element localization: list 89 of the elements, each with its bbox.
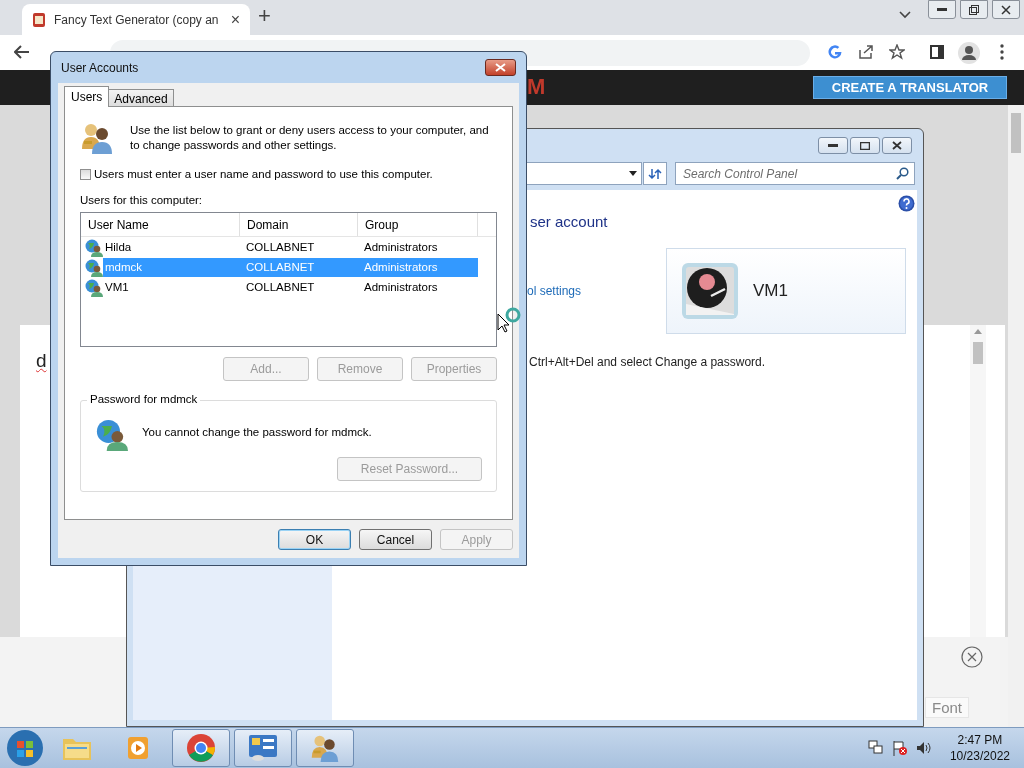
close-icon xyxy=(892,141,902,150)
users-icon xyxy=(310,733,340,763)
user-icon xyxy=(96,419,128,451)
close-icon xyxy=(495,63,506,72)
column-header[interactable]: Group xyxy=(358,213,478,236)
column-header[interactable]: Domain xyxy=(240,213,358,236)
search-field[interactable]: Search Control Panel xyxy=(675,162,915,185)
user-icon xyxy=(85,278,103,297)
list-label: Users for this computer: xyxy=(80,194,204,206)
scrollbar[interactable] xyxy=(1008,105,1024,727)
scrollbar-thumb[interactable] xyxy=(1011,113,1021,153)
minimize-icon xyxy=(828,144,838,147)
page-icon xyxy=(32,11,46,28)
google-icon[interactable] xyxy=(827,44,843,60)
checkbox-label: Users must enter a user name and password to use this computer. xyxy=(94,168,433,180)
clock-date[interactable]: 10/23/2022 xyxy=(949,748,1010,764)
back-icon[interactable] xyxy=(14,45,30,59)
table-cell-text: VM1 xyxy=(104,280,130,295)
user-icon xyxy=(85,258,103,277)
taskbar-button[interactable] xyxy=(234,729,292,767)
scrollbar[interactable] xyxy=(970,325,986,637)
table-cell-text: Administrators xyxy=(363,240,439,255)
dialog-title: User Accounts xyxy=(61,60,139,75)
search-icon xyxy=(896,167,909,180)
scrollbar-thumb[interactable] xyxy=(973,342,983,364)
taskbar-button[interactable] xyxy=(296,729,354,767)
user-row[interactable]: VM1 COLLABNET Administrators xyxy=(81,278,496,297)
dialog-button[interactable]: Cancel xyxy=(359,529,432,550)
dropdown-icon xyxy=(629,171,637,176)
address-field[interactable] xyxy=(527,162,642,185)
close-button[interactable] xyxy=(992,0,1020,19)
password-message: You cannot change the password for mdmck. xyxy=(142,425,372,438)
table-cell: COLLABNET xyxy=(240,258,358,277)
minimize-button[interactable] xyxy=(928,0,956,19)
table-cell: Administrators xyxy=(358,258,478,277)
checkbox[interactable] xyxy=(80,168,91,180)
profile-icon[interactable] xyxy=(958,42,980,64)
user-icon xyxy=(85,238,103,257)
minimize-icon xyxy=(937,7,947,12)
table-cell-text: COLLABNET xyxy=(245,280,316,295)
tab[interactable]: Advanced xyxy=(108,89,174,107)
restore-icon xyxy=(969,4,979,15)
minimize-button[interactable] xyxy=(818,137,848,154)
clock-time[interactable]: 2:47 PM xyxy=(957,732,1003,748)
flag-icon[interactable] xyxy=(891,740,908,756)
browser-tab[interactable]: Fancy Text Generator (copy an × xyxy=(22,4,250,35)
chrome-icon xyxy=(186,733,216,763)
table-cell-text: COLLABNET xyxy=(245,240,316,255)
close-icon xyxy=(1001,4,1011,15)
start-button[interactable] xyxy=(6,729,44,767)
maximize-button[interactable] xyxy=(850,137,880,154)
dialog-button[interactable]: OK xyxy=(278,529,351,550)
users-icon xyxy=(80,121,114,155)
chevron-down-icon[interactable] xyxy=(899,11,911,19)
new-tab-button[interactable]: + xyxy=(258,4,271,28)
tab-close-button[interactable]: × xyxy=(230,10,240,29)
star-icon[interactable] xyxy=(889,44,905,60)
site-logo: M xyxy=(527,74,546,100)
close-icon[interactable] xyxy=(961,646,983,668)
intro-text: Use the list below to grant or deny users access to your computer, and to change passwords and other settings. xyxy=(130,123,490,153)
scroll-up-icon xyxy=(974,329,982,334)
input-text: d xyxy=(36,350,47,372)
table-cell: mdmck xyxy=(103,258,240,277)
menu-icon[interactable] xyxy=(1000,44,1004,60)
taskbar-button[interactable] xyxy=(172,729,230,767)
table-cell-text: Hilda xyxy=(104,240,133,255)
help-icon[interactable] xyxy=(898,195,915,212)
table-cell-text: Administrators xyxy=(363,280,439,295)
refresh-button[interactable] xyxy=(643,162,667,185)
network-icon[interactable] xyxy=(867,740,884,756)
media-player-icon xyxy=(127,735,151,761)
restore-button[interactable] xyxy=(960,0,988,19)
share-icon[interactable] xyxy=(858,44,874,60)
page-heading: ser account xyxy=(530,213,608,230)
maximize-icon xyxy=(860,141,870,150)
turntable-icon xyxy=(681,262,739,320)
password-note: Ctrl+Alt+Del and select Change a password. xyxy=(529,355,766,369)
column-header[interactable]: User Name xyxy=(81,213,240,236)
side-panel-icon[interactable] xyxy=(930,45,944,59)
account-name: VM1 xyxy=(753,281,788,301)
settings-link[interactable]: ol settings xyxy=(527,284,582,298)
tab[interactable]: Users xyxy=(64,86,110,107)
user-row[interactable]: Hilda COLLABNET Administrators xyxy=(81,238,496,257)
close-button[interactable] xyxy=(485,59,516,76)
volume-icon[interactable] xyxy=(915,740,932,756)
group-title: Password for mdmck xyxy=(87,393,201,405)
close-button[interactable] xyxy=(882,137,912,154)
control-panel-icon xyxy=(248,734,278,762)
arrows-icon xyxy=(648,167,662,180)
